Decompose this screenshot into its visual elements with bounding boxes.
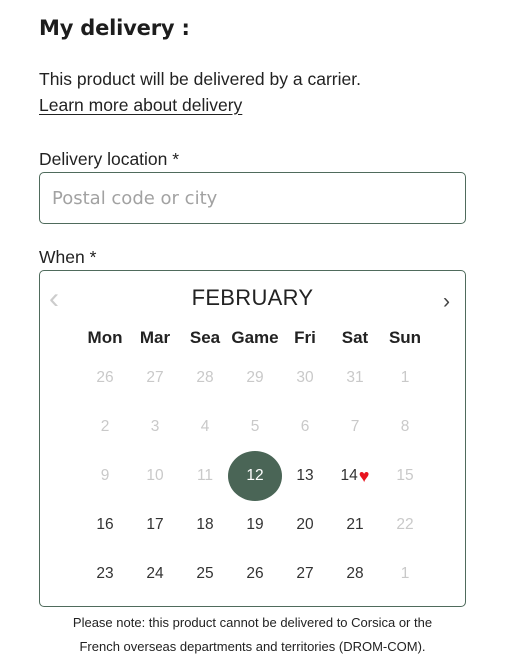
day-number: 16	[96, 515, 114, 533]
day-number: 9	[100, 466, 110, 484]
day-number: 6	[300, 417, 310, 435]
calendar-day[interactable]: 25	[180, 549, 230, 598]
day-number: 27	[296, 564, 314, 582]
day-number: 28	[196, 368, 214, 386]
day-number: 4	[200, 417, 210, 435]
day-number: 10	[146, 466, 164, 484]
calendar-day[interactable]: 28	[330, 549, 380, 598]
day-number: 20	[296, 515, 314, 533]
delivery-restriction-note: Please note: this product cannot be deli…	[0, 611, 505, 659]
calendar-day[interactable]: 27	[280, 549, 330, 598]
day-number: 30	[296, 368, 314, 386]
day-number: 11	[196, 466, 214, 484]
day-number: 29	[246, 368, 264, 386]
calendar-day: 7	[330, 402, 380, 451]
delivery-location-label: Delivery location *	[39, 149, 180, 169]
calendar-day[interactable]: 13	[280, 451, 330, 500]
day-number: 24	[146, 564, 164, 582]
day-number: 26	[96, 368, 114, 386]
calendar-day: 1	[380, 353, 430, 402]
calendar-day[interactable]: 16	[80, 500, 130, 549]
heart-icon: ♥	[358, 465, 370, 486]
day-number: 21	[346, 515, 364, 533]
calendar-day: 15	[380, 451, 430, 500]
calendar-day: 3	[130, 402, 180, 451]
calendar-day[interactable]: 23	[80, 549, 130, 598]
calendar-day: 27	[130, 353, 180, 402]
day-number: 23	[96, 564, 114, 582]
day-number: 22	[396, 515, 414, 533]
calendar-day: 8	[380, 402, 430, 451]
weekday-header: Mar	[139, 328, 171, 347]
calendar-day: 30	[280, 353, 330, 402]
day-number: 7	[350, 417, 360, 435]
calendar-grid: Mon Mar Sea Game Fri Sat Sun 26 27 28 29 30 3…	[80, 323, 430, 598]
calendar-day[interactable]: 18	[180, 500, 230, 549]
day-number: 28	[346, 564, 364, 582]
calendar-day: 29	[230, 353, 280, 402]
day-number: 5	[250, 417, 260, 435]
calendar-day[interactable]: 17	[130, 500, 180, 549]
weekday-header: Sat	[341, 328, 369, 347]
calendar-day: 9	[80, 451, 130, 500]
date-picker: ‹ FEBRUARY › Mon Mar Sea Game Fri Sat Su…	[39, 270, 466, 607]
when-label: When *	[39, 247, 97, 267]
learn-more-link[interactable]: Learn more about delivery	[39, 94, 242, 116]
day-number: 31	[346, 368, 364, 386]
calendar-day[interactable]: 24	[130, 549, 180, 598]
note-line: French overseas departments and territor…	[79, 639, 426, 654]
calendar-day: 6	[280, 402, 330, 451]
weekday-header: Sea	[189, 328, 221, 347]
day-number: 25	[196, 564, 214, 582]
day-number: 17	[146, 515, 164, 533]
day-number: 27	[146, 368, 164, 386]
calendar-day: 4	[180, 402, 230, 451]
note-line: Please note: this product cannot be deli…	[72, 615, 433, 630]
weekday-header: Mon	[87, 328, 123, 347]
calendar-month: FEBRUARY	[191, 285, 314, 310]
day-number: 18	[196, 515, 214, 533]
day-number: 1	[400, 368, 410, 386]
calendar-day[interactable]: 19	[230, 500, 280, 549]
day-number: 19	[246, 515, 264, 533]
calendar-day-selected[interactable]: 12	[228, 451, 282, 501]
day-number: 3	[150, 417, 160, 435]
day-number: 2	[100, 417, 110, 435]
calendar-day: 10	[130, 451, 180, 500]
calendar-day: 28	[180, 353, 230, 402]
calendar-day: 1	[380, 549, 430, 598]
chevron-right-icon[interactable]: ›	[443, 290, 450, 314]
day-number: 1	[400, 564, 410, 582]
calendar-day[interactable]: 20	[280, 500, 330, 549]
page-title: My delivery :	[39, 16, 190, 40]
weekday-header: Fri	[294, 328, 316, 347]
calendar-day: 31	[330, 353, 380, 402]
calendar-day: 11	[180, 451, 230, 500]
calendar-day: 2	[80, 402, 130, 451]
day-number: 14	[340, 466, 358, 484]
delivery-location-input[interactable]	[39, 172, 466, 224]
calendar-day[interactable]: 14 ♥	[330, 451, 380, 500]
calendar-day: 26	[80, 353, 130, 402]
delivery-intro-text: This product will be delivered by a carr…	[39, 69, 361, 89]
calendar-day: 5	[230, 402, 280, 451]
calendar-day: 22	[380, 500, 430, 549]
day-number: 15	[396, 466, 414, 484]
day-number: 26	[246, 564, 264, 582]
calendar-day[interactable]: 26	[230, 549, 280, 598]
calendar-day[interactable]: 21	[330, 500, 380, 549]
weekday-header: Game	[231, 328, 279, 347]
weekday-header: Sun	[388, 328, 422, 347]
day-number: 8	[400, 417, 410, 435]
day-number: 13	[296, 466, 314, 484]
day-number: 12	[246, 466, 264, 484]
